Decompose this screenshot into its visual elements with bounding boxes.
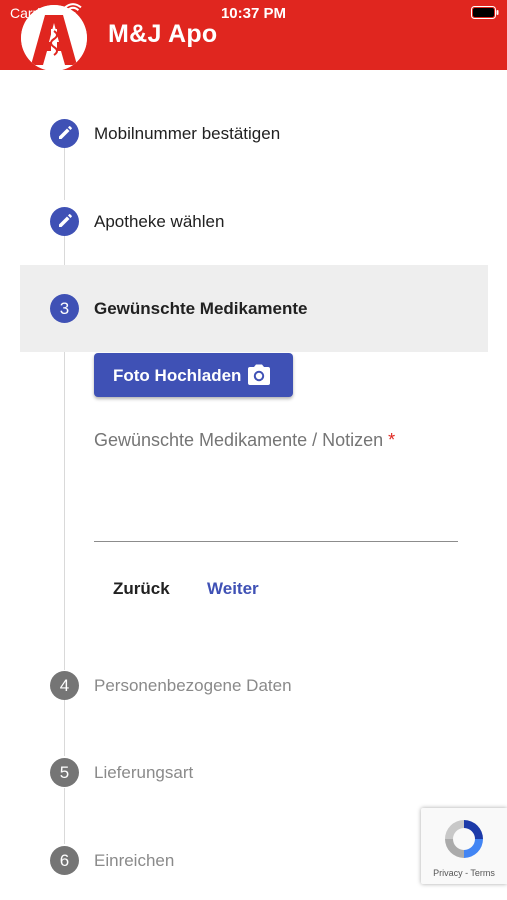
- step-1-label: Mobilnummer bestätigen: [94, 124, 281, 143]
- step-1-circle: [50, 119, 79, 148]
- app-title: M&J Apo: [108, 20, 218, 48]
- notes-underline: [94, 541, 458, 542]
- stepper-connector: [64, 148, 65, 200]
- next-button[interactable]: Weiter: [207, 579, 259, 599]
- required-marker: *: [388, 430, 396, 450]
- notes-label-text: Gewünschte Medikamente / Notizen: [94, 430, 384, 450]
- notes-field-label: Gewünschte Medikamente / Notizen *: [94, 430, 395, 451]
- step-4-label: Personenbezogene Daten: [94, 676, 292, 695]
- step-6-label: Einreichen: [94, 851, 175, 870]
- upload-photo-button[interactable]: Foto Hochladen: [94, 353, 293, 397]
- step-5-label: Lieferungsart: [94, 763, 194, 782]
- apotheke-a-icon: [21, 5, 87, 71]
- pencil-icon: [59, 214, 72, 227]
- back-button[interactable]: Zurück: [113, 579, 170, 599]
- step-3-label: Gewünschte Medikamente: [94, 299, 308, 318]
- stepper-connector: [64, 788, 65, 844]
- pharmacy-logo: [21, 5, 87, 71]
- step-5-circle: 5: [50, 758, 79, 787]
- upload-photo-label: Foto Hochladen: [113, 366, 242, 385]
- recaptcha-badge[interactable]: Privacy - Terms: [421, 808, 507, 884]
- step-2-circle: [50, 207, 79, 236]
- step-6-circle: 6: [50, 846, 79, 875]
- pencil-icon: [59, 126, 72, 139]
- camera-icon: [248, 364, 270, 385]
- recaptcha-links[interactable]: Privacy - Terms: [421, 868, 507, 878]
- step-3-circle: 3: [50, 294, 79, 323]
- battery-icon: [471, 6, 499, 19]
- recaptcha-icon: [445, 820, 483, 858]
- step-4-circle: 4: [50, 671, 79, 700]
- step-2-label: Apotheke wählen: [94, 212, 225, 231]
- stepper-connector: [64, 700, 65, 756]
- notes-textarea[interactable]: [94, 460, 458, 540]
- stepper-connector: [64, 324, 65, 670]
